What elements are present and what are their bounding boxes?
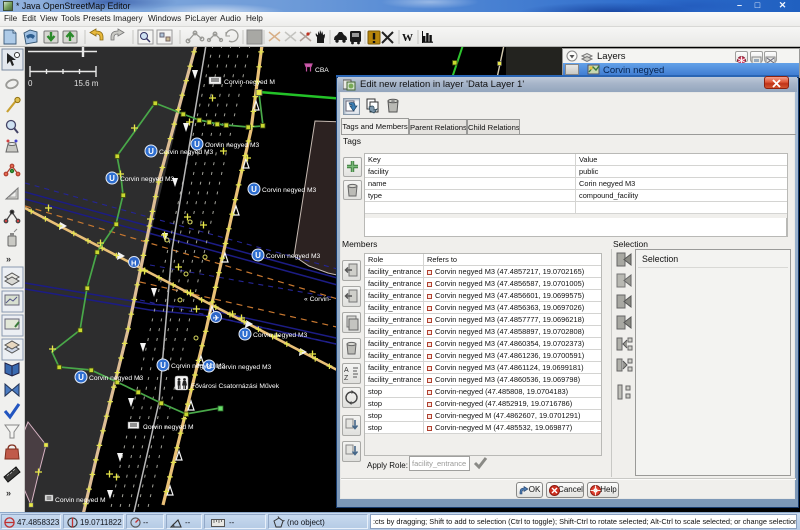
svg-text:W: W	[402, 32, 413, 44]
svg-text:Corvin negyed M3: Corvin negyed M3	[120, 176, 175, 183]
svg-text:»: »	[6, 254, 11, 264]
svg-text:»: »	[6, 488, 11, 498]
svg-text:✈: ✈	[213, 314, 220, 323]
svg-text:Corvin negyed M3: Corvin negyed M3	[217, 364, 272, 371]
svg-text:Corvin negyed M3: Corvin negyed M3	[262, 187, 317, 194]
svg-text:Corvin negyed M3: Corvin negyed M3	[159, 149, 214, 156]
svg-text:Corvin negyed M3: Corvin negyed M3	[89, 375, 144, 382]
svg-text:A: A	[344, 367, 349, 374]
svg-text:U: U	[194, 140, 200, 149]
svg-text:« Corvin-: « Corvin-	[304, 296, 331, 303]
svg-text:U: U	[251, 185, 257, 194]
svg-text:U: U	[78, 373, 84, 382]
svg-text:Corvin negyed M: Corvin negyed M	[55, 497, 106, 504]
svg-text:15.6 m: 15.6 m	[74, 79, 99, 88]
svg-text:U: U	[109, 174, 115, 183]
svg-text:H: H	[131, 259, 136, 268]
svg-text:Corvin negyed M3: Corvin negyed M3	[266, 253, 321, 260]
svg-text:U: U	[242, 330, 248, 339]
svg-text:0: 0	[28, 79, 33, 88]
svg-text:U: U	[148, 147, 154, 156]
svg-text:CBA: CBA	[315, 67, 329, 74]
svg-text:U: U	[160, 361, 166, 370]
svg-text:Corvin-negyed M: Corvin-negyed M	[224, 79, 275, 86]
svg-text:Corvin negyed M: Corvin negyed M	[143, 424, 194, 431]
svg-text:Corvin negyed M3: Corvin negyed M3	[253, 332, 308, 339]
svg-text:Z: Z	[344, 375, 349, 382]
svg-text:Fővárosi Csatornázási Művek: Fővárosi Csatornázási Művek	[191, 383, 280, 390]
svg-text:Corvin negyed M3: Corvin negyed M3	[205, 142, 260, 149]
svg-text:U: U	[255, 251, 261, 260]
